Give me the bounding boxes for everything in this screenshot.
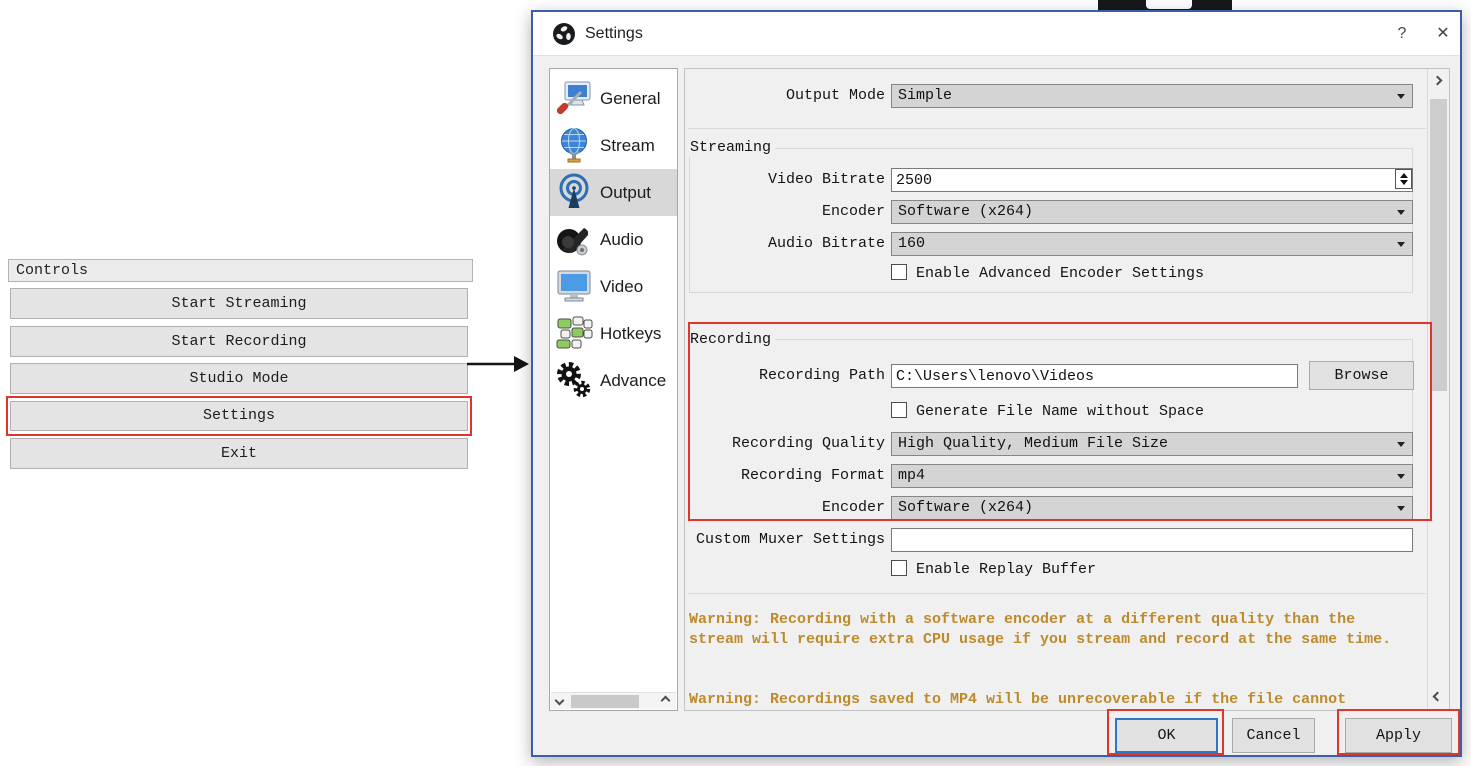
exit-button[interactable]: Exit [10,438,468,469]
dialog-title: Settings [585,25,643,42]
recording-quality-label: Recording Quality [731,435,885,452]
start-recording-button[interactable]: Start Recording [10,326,468,357]
settings-button[interactable]: Settings [10,401,468,431]
recording-format-select[interactable]: mp4 [891,464,1413,488]
video-bitrate-input[interactable] [891,168,1413,192]
scroll-down-button[interactable] [1428,688,1449,710]
chevron-down-icon [1432,691,1443,702]
obs-logo-icon [553,23,575,45]
sidebar-item-label: Audio [600,230,644,249]
video-icon [557,270,591,302]
page: { "colors": { "annotation_red": "#e0352b… [0,0,1471,766]
spin-up-icon [1399,173,1408,178]
audio-bitrate-label: Audio Bitrate [767,235,885,252]
hotkeys-icon [556,316,593,349]
close-button[interactable]: ✕ [1426,19,1460,49]
ok-button[interactable]: OK [1115,718,1218,753]
custom-muxer-input[interactable] [891,528,1413,552]
video-bitrate-label: Video Bitrate [767,171,885,188]
video-bitrate-spinbox[interactable] [891,168,1413,192]
apply-button[interactable]: Apply [1345,718,1452,753]
chevron-up-icon [1432,75,1443,86]
sidebar-item-label: Advance [600,371,667,390]
sidebar-item-label: General [600,89,661,108]
title-bar: Settings ? ✕ [533,12,1460,56]
studio-mode-button[interactable]: Studio Mode [10,363,468,394]
spin-down-icon [1399,180,1408,185]
generate-no-space-row: Generate File Name without Space [891,402,1204,422]
recording-group-label: Recording [689,331,776,349]
custom-muxer-label: Custom Muxer Settings [695,531,885,548]
vertical-scrollbar[interactable] [1427,69,1449,710]
chevron-left-icon [554,695,565,706]
annotation-arrow [467,356,529,372]
settings-dialog: Settings ? ✕ General Stream Output Audio… [531,10,1462,757]
background-window-detail [1146,0,1192,9]
recording-encoder-label: Encoder [821,499,885,516]
sidebar-item-label: Output [600,183,652,202]
sidebar-horizontal-scrollbar[interactable] [551,692,676,709]
horizontal-scroll-thumb[interactable] [571,695,639,708]
spinner-buttons[interactable] [1395,169,1412,189]
help-button[interactable]: ? [1385,19,1419,49]
audio-icon [557,228,589,256]
recording-format-label: Recording Format [740,467,885,484]
streaming-group-label: Streaming [689,139,776,157]
enable-advanced-encoder-checkbox[interactable] [891,264,907,280]
scroll-right-button[interactable] [659,693,676,709]
sidebar-item-general[interactable]: General [550,75,677,122]
checkbox-label: Enable Replay Buffer [916,561,1097,578]
enable-advanced-encoder-row: Enable Advanced Encoder Settings [891,264,1204,284]
sidebar-item-label: Video [600,277,644,296]
checkbox-label: Generate File Name without Space [916,403,1205,420]
scroll-up-button[interactable] [1428,69,1449,91]
sidebar-item-label: Stream [600,136,655,155]
chevron-right-icon [660,695,671,706]
controls-panel-header: Controls [8,259,473,282]
settings-sidebar: General Stream Output Audio Video Hotkey… [549,68,678,711]
stream-icon [561,128,587,163]
recording-quality-select[interactable]: High Quality, Medium File Size [891,432,1413,456]
stream-encoder-label: Encoder [821,203,885,220]
output-icon [559,173,589,208]
recording-encoder-select[interactable]: Software (x264) [891,496,1413,520]
sidebar-item-audio[interactable]: Audio [550,216,677,263]
start-streaming-button[interactable]: Start Streaming [10,288,468,319]
browse-button[interactable]: Browse [1309,361,1414,390]
enable-replay-row: Enable Replay Buffer [891,560,1096,580]
warning-text-2: Warning: Recordings saved to MP4 will be… [689,691,1347,708]
output-mode-label: Output Mode [785,87,885,104]
scroll-left-button[interactable] [551,693,568,709]
warning-text-1: Warning: Recording with a software encod… [689,611,1392,648]
recording-path-input[interactable] [891,364,1298,388]
general-icon [556,81,591,115]
audio-bitrate-select[interactable]: 160 [891,232,1413,256]
sidebar-item-hotkeys[interactable]: Hotkeys [550,310,677,357]
cancel-button[interactable]: Cancel [1232,718,1315,753]
generate-no-space-checkbox[interactable] [891,402,907,418]
sidebar-item-advanced[interactable]: Advance [550,357,677,404]
output-mode-select[interactable]: Simple [891,84,1413,108]
sidebar-item-video[interactable]: Video [550,263,677,310]
enable-replay-checkbox[interactable] [891,560,907,576]
vertical-scroll-thumb[interactable] [1430,99,1447,391]
output-settings-panel: Output Mode Simple Streaming Video Bitra… [684,68,1450,711]
sidebar-item-label: Hotkeys [600,324,662,343]
advanced-icon [557,362,591,398]
stream-encoder-select[interactable]: Software (x264) [891,200,1413,224]
sidebar-item-stream[interactable]: Stream [550,122,677,169]
recording-path-label: Recording Path [758,367,885,384]
sidebar-item-output[interactable]: Output [550,169,677,216]
checkbox-label: Enable Advanced Encoder Settings [916,265,1205,282]
